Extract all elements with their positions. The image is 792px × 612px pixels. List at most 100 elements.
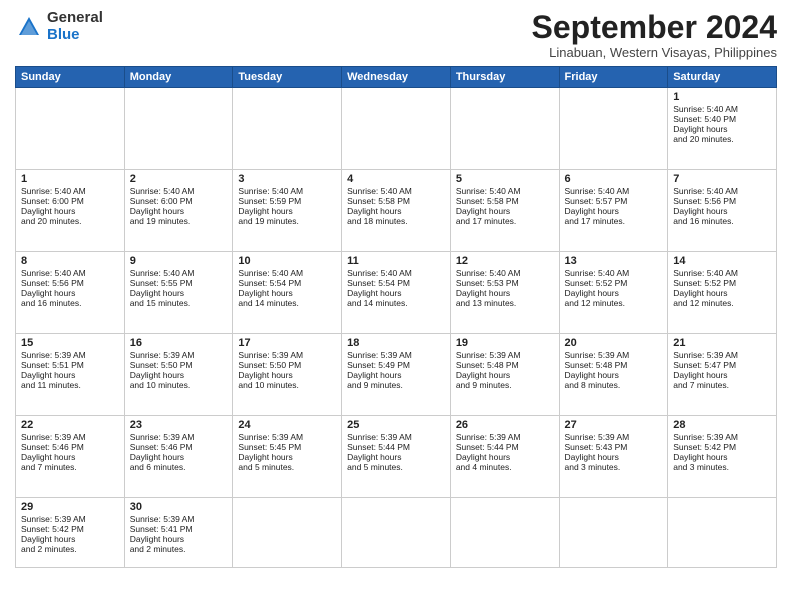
sunrise-line: Sunrise: 5:40 AM bbox=[130, 268, 228, 278]
calendar-cell: 28Sunrise: 5:39 AMSunset: 5:42 PMDayligh… bbox=[668, 416, 777, 498]
daylight-label: Daylight hours bbox=[130, 370, 228, 380]
sunset-line: Sunset: 6:00 PM bbox=[130, 196, 228, 206]
sunrise-line: Sunrise: 5:39 AM bbox=[673, 432, 771, 442]
calendar-table: SundayMondayTuesdayWednesdayThursdayFrid… bbox=[15, 66, 777, 568]
day-number: 22 bbox=[21, 419, 119, 431]
daylight-label: Daylight hours bbox=[565, 206, 663, 216]
day-number: 11 bbox=[347, 255, 445, 267]
daylight-value: and 15 minutes. bbox=[130, 298, 228, 308]
day-number: 16 bbox=[130, 337, 228, 349]
daylight-value: and 16 minutes. bbox=[21, 298, 119, 308]
day-number: 25 bbox=[347, 419, 445, 431]
daylight-value: and 4 minutes. bbox=[456, 462, 554, 472]
day-number: 24 bbox=[238, 419, 336, 431]
daylight-label: Daylight hours bbox=[130, 534, 228, 544]
calendar-cell: 24Sunrise: 5:39 AMSunset: 5:45 PMDayligh… bbox=[233, 416, 342, 498]
sunset-line: Sunset: 5:50 PM bbox=[130, 360, 228, 370]
sunset-line: Sunset: 5:47 PM bbox=[673, 360, 771, 370]
page: General Blue September 2024 Linabuan, We… bbox=[0, 0, 792, 612]
calendar-cell bbox=[233, 498, 342, 568]
day-number: 29 bbox=[21, 501, 119, 513]
daylight-value: and 12 minutes. bbox=[565, 298, 663, 308]
sunset-line: Sunset: 5:48 PM bbox=[456, 360, 554, 370]
daylight-label: Daylight hours bbox=[673, 206, 771, 216]
calendar-cell bbox=[16, 88, 125, 170]
day-number: 10 bbox=[238, 255, 336, 267]
sunrise-line: Sunrise: 5:39 AM bbox=[456, 350, 554, 360]
sunrise-line: Sunrise: 5:39 AM bbox=[130, 514, 228, 524]
daylight-value: and 16 minutes. bbox=[673, 216, 771, 226]
week-row-5: 29Sunrise: 5:39 AMSunset: 5:42 PMDayligh… bbox=[16, 498, 777, 568]
sunset-line: Sunset: 5:42 PM bbox=[673, 442, 771, 452]
calendar-cell bbox=[124, 88, 233, 170]
calendar-cell: 19Sunrise: 5:39 AMSunset: 5:48 PMDayligh… bbox=[450, 334, 559, 416]
sunrise-line: Sunrise: 5:39 AM bbox=[238, 432, 336, 442]
daylight-value: and 20 minutes. bbox=[21, 216, 119, 226]
daylight-value: and 14 minutes. bbox=[238, 298, 336, 308]
daylight-label: Daylight hours bbox=[21, 534, 119, 544]
daylight-value: and 7 minutes. bbox=[21, 462, 119, 472]
daylight-label: Daylight hours bbox=[21, 452, 119, 462]
calendar-cell: 22Sunrise: 5:39 AMSunset: 5:46 PMDayligh… bbox=[16, 416, 125, 498]
calendar-cell: 16Sunrise: 5:39 AMSunset: 5:50 PMDayligh… bbox=[124, 334, 233, 416]
sunset-line: Sunset: 5:52 PM bbox=[565, 278, 663, 288]
sunset-line: Sunset: 5:50 PM bbox=[238, 360, 336, 370]
calendar-cell: 6Sunrise: 5:40 AMSunset: 5:57 PMDaylight… bbox=[559, 170, 668, 252]
daylight-value: and 5 minutes. bbox=[347, 462, 445, 472]
day-number: 13 bbox=[565, 255, 663, 267]
sunset-line: Sunset: 5:56 PM bbox=[21, 278, 119, 288]
day-number: 27 bbox=[565, 419, 663, 431]
sunrise-line: Sunrise: 5:39 AM bbox=[238, 350, 336, 360]
daylight-value: and 9 minutes. bbox=[347, 380, 445, 390]
sunrise-line: Sunrise: 5:39 AM bbox=[565, 350, 663, 360]
daylight-value: and 13 minutes. bbox=[456, 298, 554, 308]
daylight-value: and 12 minutes. bbox=[673, 298, 771, 308]
col-header-friday: Friday bbox=[559, 67, 668, 88]
daylight-value: and 5 minutes. bbox=[238, 462, 336, 472]
calendar-cell bbox=[450, 88, 559, 170]
sunrise-line: Sunrise: 5:39 AM bbox=[21, 350, 119, 360]
day-number: 7 bbox=[673, 173, 771, 185]
calendar-cell bbox=[668, 498, 777, 568]
calendar-cell: 13Sunrise: 5:40 AMSunset: 5:52 PMDayligh… bbox=[559, 252, 668, 334]
logo-general: General bbox=[47, 10, 103, 27]
calendar-cell: 18Sunrise: 5:39 AMSunset: 5:49 PMDayligh… bbox=[342, 334, 451, 416]
week-row-3: 15Sunrise: 5:39 AMSunset: 5:51 PMDayligh… bbox=[16, 334, 777, 416]
sunset-line: Sunset: 5:44 PM bbox=[456, 442, 554, 452]
calendar-cell bbox=[342, 498, 451, 568]
logo-blue: Blue bbox=[47, 27, 103, 44]
day-number: 14 bbox=[673, 255, 771, 267]
daylight-label: Daylight hours bbox=[673, 452, 771, 462]
sunrise-line: Sunrise: 5:40 AM bbox=[565, 186, 663, 196]
daylight-value: and 6 minutes. bbox=[130, 462, 228, 472]
location-title: Linabuan, Western Visayas, Philippines bbox=[532, 45, 777, 60]
calendar-cell: 9Sunrise: 5:40 AMSunset: 5:55 PMDaylight… bbox=[124, 252, 233, 334]
calendar-cell: 14Sunrise: 5:40 AMSunset: 5:52 PMDayligh… bbox=[668, 252, 777, 334]
sunrise-line: Sunrise: 5:40 AM bbox=[130, 186, 228, 196]
daylight-label: Daylight hours bbox=[347, 452, 445, 462]
sunrise-line: Sunrise: 5:40 AM bbox=[21, 186, 119, 196]
day-number: 21 bbox=[673, 337, 771, 349]
sunset-line: Sunset: 6:00 PM bbox=[21, 196, 119, 206]
sunrise-line: Sunrise: 5:39 AM bbox=[456, 432, 554, 442]
daylight-value: and 8 minutes. bbox=[565, 380, 663, 390]
daylight-label: Daylight hours bbox=[130, 206, 228, 216]
calendar-cell: 30Sunrise: 5:39 AMSunset: 5:41 PMDayligh… bbox=[124, 498, 233, 568]
calendar-cell bbox=[450, 498, 559, 568]
sunset-line: Sunset: 5:53 PM bbox=[456, 278, 554, 288]
day-number: 26 bbox=[456, 419, 554, 431]
day-number: 6 bbox=[565, 173, 663, 185]
sunset-line: Sunset: 5:58 PM bbox=[347, 196, 445, 206]
sunrise-line: Sunrise: 5:40 AM bbox=[673, 186, 771, 196]
calendar-cell: 11Sunrise: 5:40 AMSunset: 5:54 PMDayligh… bbox=[342, 252, 451, 334]
daylight-value: and 10 minutes. bbox=[238, 380, 336, 390]
col-header-wednesday: Wednesday bbox=[342, 67, 451, 88]
sunrise-line: Sunrise: 5:40 AM bbox=[673, 104, 771, 114]
daylight-label: Daylight hours bbox=[347, 288, 445, 298]
day-number: 1 bbox=[21, 173, 119, 185]
calendar-cell: 1Sunrise: 5:40 AMSunset: 5:40 PMDaylight… bbox=[668, 88, 777, 170]
daylight-label: Daylight hours bbox=[130, 288, 228, 298]
daylight-value: and 18 minutes. bbox=[347, 216, 445, 226]
daylight-label: Daylight hours bbox=[456, 370, 554, 380]
calendar-cell: 23Sunrise: 5:39 AMSunset: 5:46 PMDayligh… bbox=[124, 416, 233, 498]
